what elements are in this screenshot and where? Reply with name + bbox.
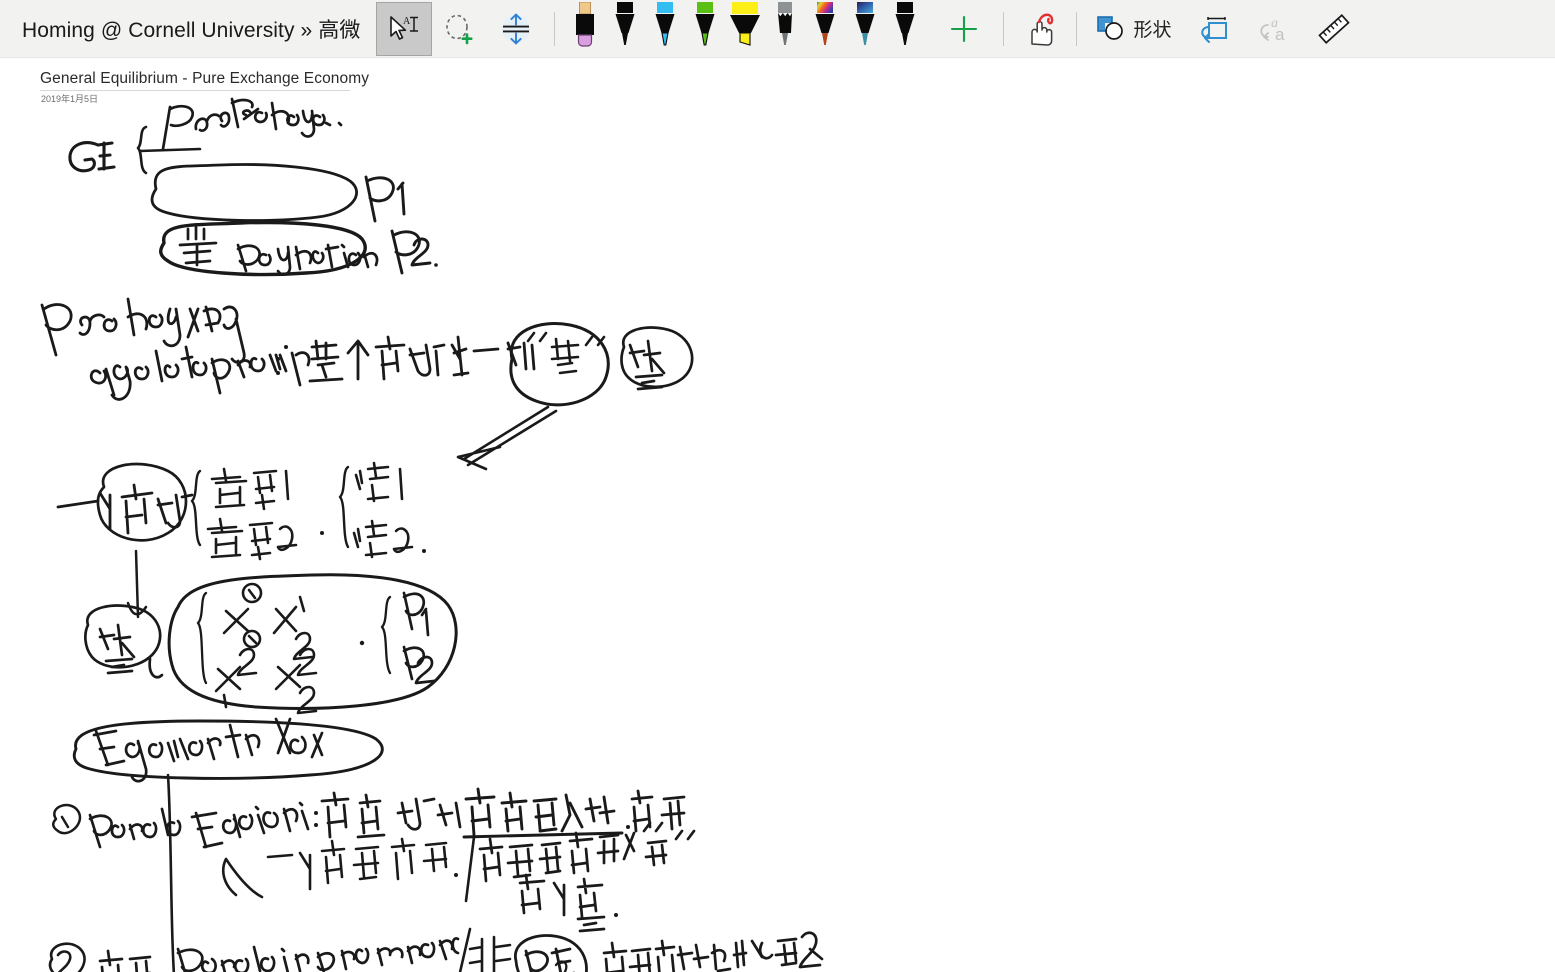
pen-icon [895,1,915,45]
note-page[interactable]: General Equilibrium - Pure Exchange Econ… [0,59,1555,972]
onenote-window: Homing @ Cornell University » 高微 A 形状 a … [0,0,1555,972]
ribbon-separator [554,11,556,46]
add-pen-button[interactable] [925,2,993,56]
pen-icon [815,1,835,45]
pen-cyan[interactable] [645,1,685,56]
draw-with-touch-icon [1031,13,1054,46]
svg-text:A: A [403,16,411,27]
tool-lasso-select[interactable] [432,2,488,56]
shapes-button[interactable]: 形状 [1087,2,1179,56]
draw-ribbon: Homing @ Cornell University » 高微 A 形状 a … [0,0,1555,58]
ribbon-separator-3 [1076,11,1078,46]
pen-eraser[interactable] [565,1,605,56]
pen-highlighter-yellow[interactable] [725,1,765,56]
tool-type-select[interactable]: A [376,1,433,56]
shapes-label: 形状 [1133,20,1172,41]
draw-with-touch-button[interactable] [1014,2,1066,56]
pen-galaxy[interactable] [845,1,885,56]
pen-rainbow[interactable] [805,1,845,56]
ink-to-shape-button[interactable] [1179,2,1239,56]
cursor-text-select-icon: A [390,16,419,40]
ink-to-shape-icon [1201,16,1228,43]
pen-black[interactable] [605,1,645,56]
handwritten-ink [40,97,824,972]
pen-black-2[interactable] [885,1,925,56]
pen-icon [695,1,715,46]
tool-insert-space[interactable] [488,2,544,56]
pen-icon [615,1,635,45]
eraser-icon [576,1,595,47]
ribbon-separator-2 [1003,11,1005,46]
pen-icon [655,1,675,46]
ribbon-tools: A 形状 a a [360,0,1555,58]
svg-text:a: a [1275,25,1285,44]
notebook-title: Homing @ Cornell University » 高微 [22,18,361,42]
plus-icon [951,15,978,42]
shapes-icon [1097,15,1124,40]
pen-green[interactable] [685,1,725,56]
ruler-icon [1318,13,1351,44]
ruler-button[interactable] [1299,2,1359,56]
highlighter-icon [730,1,761,46]
pen-pencil-gray[interactable] [765,1,805,56]
pen-icon [855,1,875,45]
lasso-select-icon [446,14,473,44]
insert-space-icon [502,13,531,44]
ink-to-text-button[interactable]: a a [1239,2,1299,56]
pencil-icon [778,1,793,45]
ink-to-text-icon: a a [1260,16,1285,44]
